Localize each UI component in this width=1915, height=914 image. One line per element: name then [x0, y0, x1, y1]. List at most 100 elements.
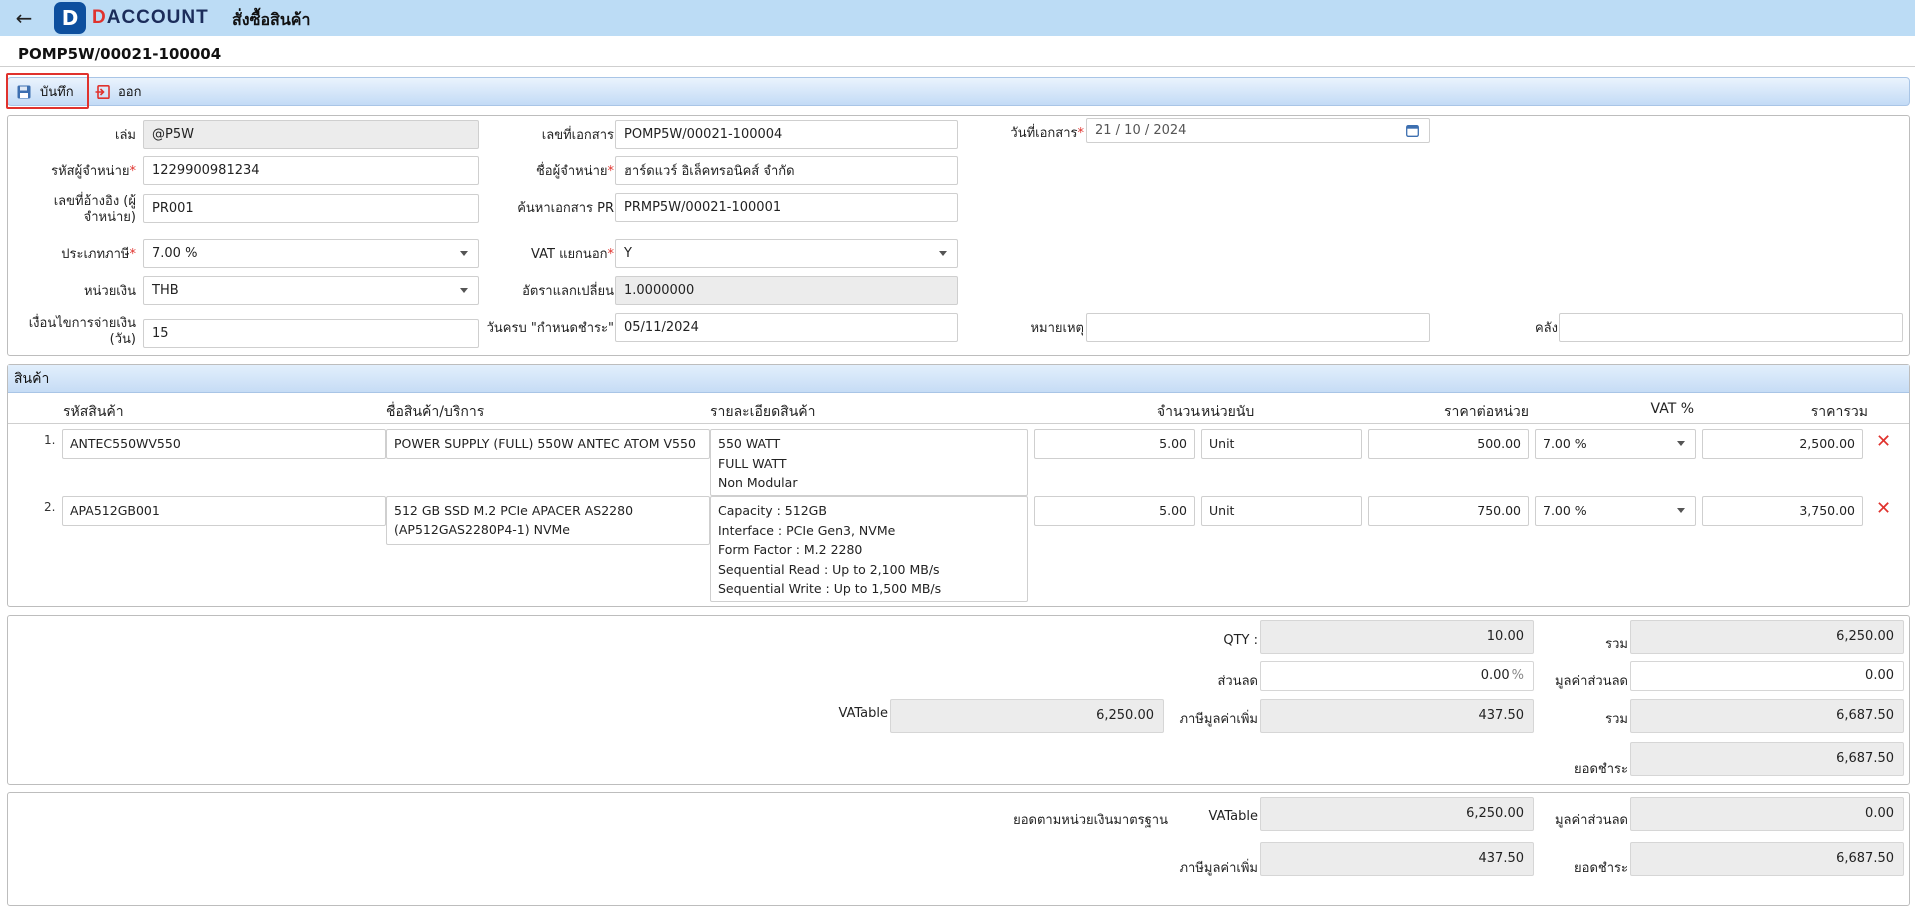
chevron-down-icon — [1677, 508, 1685, 513]
std-discount-amount-field[interactable]: 0.00 — [1630, 797, 1904, 831]
back-arrow-icon[interactable]: ← — [12, 6, 36, 30]
book-label: เล่ม — [115, 128, 136, 143]
doc-date-label: วันที่เอกสาร* — [1010, 126, 1084, 141]
note-label: หมายเหตุ — [1030, 321, 1084, 336]
page-title: สั่งซื้อสินค้า — [232, 10, 311, 29]
tax-type-label: ประเภทภาษี* — [61, 247, 136, 262]
ref-no-label: เลขที่อ้างอิง (ผู้ จำหน่าย) — [53, 194, 136, 225]
vatable-field[interactable]: 6,250.00 — [890, 699, 1164, 733]
chevron-down-icon — [460, 288, 468, 293]
std-payable-label: ยอดชำระ — [1574, 861, 1628, 876]
toolbar: บันทึก ออก — [7, 77, 1910, 106]
doc-date-field[interactable]: 21 / 10 / 2024 — [1086, 118, 1430, 143]
product-code-field[interactable]: APA512GB001 — [62, 496, 386, 526]
line-total-field[interactable]: 3,750.00 — [1702, 496, 1863, 526]
qty-total-label: QTY : — [1223, 633, 1258, 648]
exit-label: ออก — [118, 85, 142, 100]
product-detail-field[interactable]: Capacity : 512GB Interface : PCIe Gen3, N… — [710, 496, 1028, 602]
doc-no-label: เลขที่เอกสาร — [541, 128, 614, 143]
vatable-label: VATable — [838, 706, 888, 721]
unit-field[interactable]: Unit — [1201, 429, 1362, 459]
col-header-detail: รายละเอียดสินค้า — [710, 404, 816, 420]
product-code-field[interactable]: ANTEC550WV550 — [62, 429, 386, 459]
products-panel: สินค้า รหัสสินค้า ชื่อสินค้า/บริการ รายล… — [7, 364, 1910, 607]
unit-price-field[interactable]: 750.00 — [1368, 496, 1529, 526]
vendor-code-label: รหัสผู้จำหน่าย* — [51, 164, 136, 179]
row-number: 2. — [44, 500, 56, 514]
col-header-unit: หน่วยนับ — [1201, 404, 1255, 420]
subtotal-field[interactable]: 6,250.00 — [1630, 620, 1904, 654]
col-header-total: ราคารวม — [1810, 404, 1868, 420]
vat-sep-select[interactable]: Y — [615, 239, 958, 268]
vendor-code-field[interactable]: 1229900981234 — [143, 156, 479, 185]
col-header-price: ราคาต่อหน่วย — [1444, 404, 1529, 420]
delete-row-icon[interactable]: ✕ — [1876, 498, 1891, 519]
ref-no-field[interactable]: PR001 — [143, 194, 479, 223]
column-header-divider — [8, 423, 1909, 424]
book-field[interactable]: @P5W — [143, 120, 479, 149]
vendor-name-label: ชื่อผู้จำหน่าย* — [535, 164, 614, 179]
calendar-icon[interactable] — [1406, 124, 1419, 141]
warehouse-label: คลัง — [1534, 321, 1558, 336]
exchange-rate-label: อัตราแลกเปลี่ยน — [522, 284, 614, 299]
grand-total-field[interactable]: 6,687.50 — [1630, 699, 1904, 733]
discount-amount-label: มูลค่าส่วนลด — [1554, 674, 1628, 689]
product-name-field[interactable]: POWER SUPPLY (FULL) 550W ANTEC ATOM V550 — [386, 429, 710, 459]
vat-select[interactable]: 7.00 % — [1535, 496, 1696, 526]
tax-type-select[interactable]: 7.00 % — [143, 239, 479, 268]
discount-label: ส่วนลด — [1217, 674, 1258, 689]
qty-field[interactable]: 5.00 — [1034, 429, 1195, 459]
products-section-header: สินค้า — [8, 365, 1909, 393]
currency-select[interactable]: THB — [143, 276, 479, 305]
warehouse-field[interactable] — [1559, 313, 1903, 342]
due-date-field[interactable]: 05/11/2024 — [615, 313, 958, 342]
pay-term-field[interactable]: 15 — [143, 319, 479, 348]
std-vat-field[interactable]: 437.50 — [1260, 842, 1534, 876]
line-total-field[interactable]: 2,500.00 — [1702, 429, 1863, 459]
discount-amount-field[interactable]: 0.00 — [1630, 661, 1904, 691]
note-field[interactable] — [1086, 313, 1430, 342]
chevron-down-icon — [939, 251, 947, 256]
vat-amount-label: ภาษีมูลค่าเพิ่ม — [1179, 712, 1258, 727]
product-detail-field[interactable]: 550 WATT FULL WATT Non Modular — [710, 429, 1028, 496]
document-number-title: POMP5W/00021-100004 — [18, 45, 222, 63]
col-header-vat: VAT % — [1650, 401, 1694, 417]
vat-select[interactable]: 7.00 % — [1535, 429, 1696, 459]
exit-icon — [94, 84, 110, 100]
chevron-down-icon — [460, 251, 468, 256]
std-vatable-field[interactable]: 6,250.00 — [1260, 797, 1534, 831]
pr-search-label: ค้นหาเอกสาร PR — [517, 201, 614, 216]
std-discount-amount-label: มูลค่าส่วนลด — [1554, 813, 1628, 828]
divider — [0, 66, 1915, 67]
doc-date-value: 21 / 10 / 2024 — [1095, 123, 1187, 138]
exchange-rate-field[interactable]: 1.0000000 — [615, 276, 958, 305]
pay-term-label: เงื่อนไขการจ่ายเงิน (วัน) — [28, 316, 136, 347]
doc-no-field[interactable]: POMP5W/00021-100004 — [615, 120, 958, 149]
product-name-field[interactable]: 512 GB SSD M.2 PCIe APACER AS2280 (AP512G… — [386, 496, 710, 545]
chevron-down-icon — [1677, 441, 1685, 446]
delete-row-icon[interactable]: ✕ — [1876, 431, 1891, 452]
payable-label: ยอดชำระ — [1574, 762, 1628, 777]
exit-button[interactable]: ออก — [94, 78, 142, 105]
save-button-highlight — [6, 73, 89, 109]
std-payable-field[interactable]: 6,687.50 — [1630, 842, 1904, 876]
col-header-code: รหัสสินค้า — [63, 404, 124, 420]
unit-price-field[interactable]: 500.00 — [1368, 429, 1529, 459]
grand-total-label: รวม — [1605, 712, 1628, 727]
std-vatable-label: VATable — [1208, 809, 1258, 824]
top-bar: ← D DACCOUNT สั่งซื้อสินค้า — [0, 0, 1915, 36]
col-header-qty: จำนวน — [1156, 404, 1200, 420]
std-vat-label: ภาษีมูลค่าเพิ่ม — [1179, 861, 1258, 876]
unit-field[interactable]: Unit — [1201, 496, 1362, 526]
discount-field[interactable]: 0.00% — [1260, 661, 1534, 691]
pr-search-field[interactable]: PRMP5W/00021-100001 — [615, 193, 958, 222]
logo-text: DACCOUNT — [92, 7, 209, 28]
payable-field[interactable]: 6,687.50 — [1630, 742, 1904, 776]
app-logo: D DACCOUNT — [54, 2, 209, 34]
qty-field[interactable]: 5.00 — [1034, 496, 1195, 526]
qty-total-field[interactable]: 10.00 — [1260, 620, 1534, 654]
logo-badge: D — [54, 2, 86, 34]
vendor-name-field[interactable]: ฮาร์ดแวร์ อิเล็คทรอนิคส์ จำกัด — [615, 156, 958, 185]
document-header-panel: เล่ม @P5W เลขที่เอกสาร POMP5W/00021-1000… — [7, 115, 1910, 356]
vat-amount-field[interactable]: 437.50 — [1260, 699, 1534, 733]
